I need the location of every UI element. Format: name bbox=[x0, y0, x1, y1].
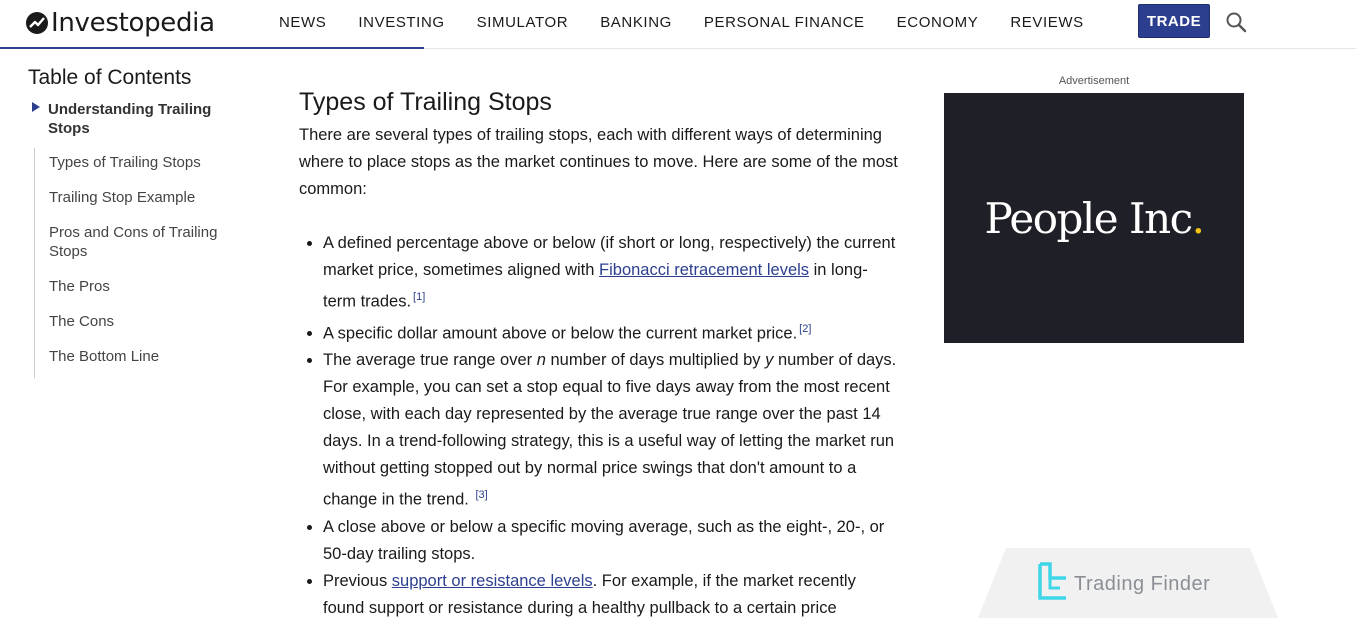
list-item: A defined percentage above or below (if … bbox=[323, 230, 899, 316]
list-item-text: The average true range over bbox=[323, 351, 537, 369]
toc-item[interactable]: The Pros bbox=[49, 273, 238, 308]
trading-finder-watermark: Trading Finder bbox=[978, 548, 1278, 618]
site-header: Investopedia NEWS INVESTING SIMULATOR BA… bbox=[0, 0, 1356, 49]
section-heading: Types of Trailing Stops bbox=[299, 88, 552, 116]
article-body: Types of Trailing Stops There are severa… bbox=[299, 88, 899, 622]
investopedia-logo[interactable]: Investopedia bbox=[26, 8, 215, 38]
nav-personal-finance[interactable]: PERSONAL FINANCE bbox=[704, 14, 865, 31]
list-item-text: number of days. For example, you can set… bbox=[323, 351, 897, 509]
ad-brand-logo: People Inc. bbox=[984, 193, 1205, 243]
toc-item-current[interactable]: Understanding Trailing Stops bbox=[28, 100, 238, 138]
list-item-text: A close above or below a specific moving… bbox=[323, 517, 885, 563]
toc-item-label: Understanding Trailing Stops bbox=[48, 101, 212, 137]
list-item-text: A specific dollar amount above or below … bbox=[323, 324, 798, 342]
nav-banking[interactable]: BANKING bbox=[600, 14, 672, 31]
list-item: A specific dollar amount above or below … bbox=[323, 316, 899, 348]
toc-item[interactable]: Trailing Stop Example bbox=[49, 184, 238, 219]
citation-ref[interactable]: [3] bbox=[475, 489, 487, 501]
toc-item[interactable]: Pros and Cons of Trailing Stops bbox=[49, 219, 238, 273]
citation-ref[interactable]: [1] bbox=[413, 291, 425, 303]
watermark-text: Trading Finder bbox=[1074, 573, 1211, 595]
list-item: A close above or below a specific moving… bbox=[323, 514, 899, 568]
nav-news[interactable]: NEWS bbox=[279, 14, 326, 31]
toc-title: Table of Contents bbox=[28, 66, 192, 89]
table-of-contents: Table of Contents Understanding Trailing… bbox=[28, 66, 238, 394]
trading-finder-logo-icon bbox=[1038, 562, 1066, 600]
nav-reviews[interactable]: REVIEWS bbox=[1010, 14, 1083, 31]
toc-item[interactable]: Types of Trailing Stops bbox=[49, 149, 238, 184]
current-marker-icon bbox=[32, 102, 40, 112]
ad-brand-dot: . bbox=[1191, 193, 1205, 243]
ad-label: Advertisement bbox=[1058, 75, 1130, 87]
variable-n: n bbox=[536, 351, 546, 369]
list-item-text: number of days multiplied by bbox=[545, 351, 766, 369]
logo-text: Investopedia bbox=[51, 8, 215, 38]
search-icon[interactable] bbox=[1225, 11, 1247, 33]
fibonacci-link[interactable]: Fibonacci retracement levels bbox=[599, 261, 809, 279]
trade-button[interactable]: TRADE bbox=[1138, 4, 1210, 38]
toc-list: Types of Trailing Stops Trailing Stop Ex… bbox=[34, 148, 238, 378]
nav-simulator[interactable]: SIMULATOR bbox=[477, 14, 569, 31]
reading-progress-bar bbox=[0, 47, 424, 49]
trailing-stop-types-list: A defined percentage above or below (if … bbox=[299, 230, 899, 622]
advertisement-banner[interactable]: People Inc. bbox=[944, 93, 1244, 343]
citation-ref[interactable]: [2] bbox=[799, 323, 811, 335]
toc-item[interactable]: The Bottom Line bbox=[49, 343, 238, 378]
intro-paragraph: There are several types of trailing stop… bbox=[299, 126, 898, 198]
list-item: The average true range over n number of … bbox=[323, 347, 899, 514]
support-resistance-link[interactable]: support or resistance levels bbox=[392, 572, 593, 590]
list-item: Previous support or resistance levels. F… bbox=[323, 568, 899, 622]
logo-mark-icon bbox=[26, 12, 48, 34]
nav-economy[interactable]: ECONOMY bbox=[897, 14, 979, 31]
main-nav: NEWS INVESTING SIMULATOR BANKING PERSONA… bbox=[279, 14, 1116, 31]
list-item-text: Previous bbox=[323, 571, 392, 590]
ad-brand-text: People Inc bbox=[984, 193, 1193, 243]
toc-item[interactable]: The Cons bbox=[49, 308, 238, 343]
nav-investing[interactable]: INVESTING bbox=[358, 14, 444, 31]
